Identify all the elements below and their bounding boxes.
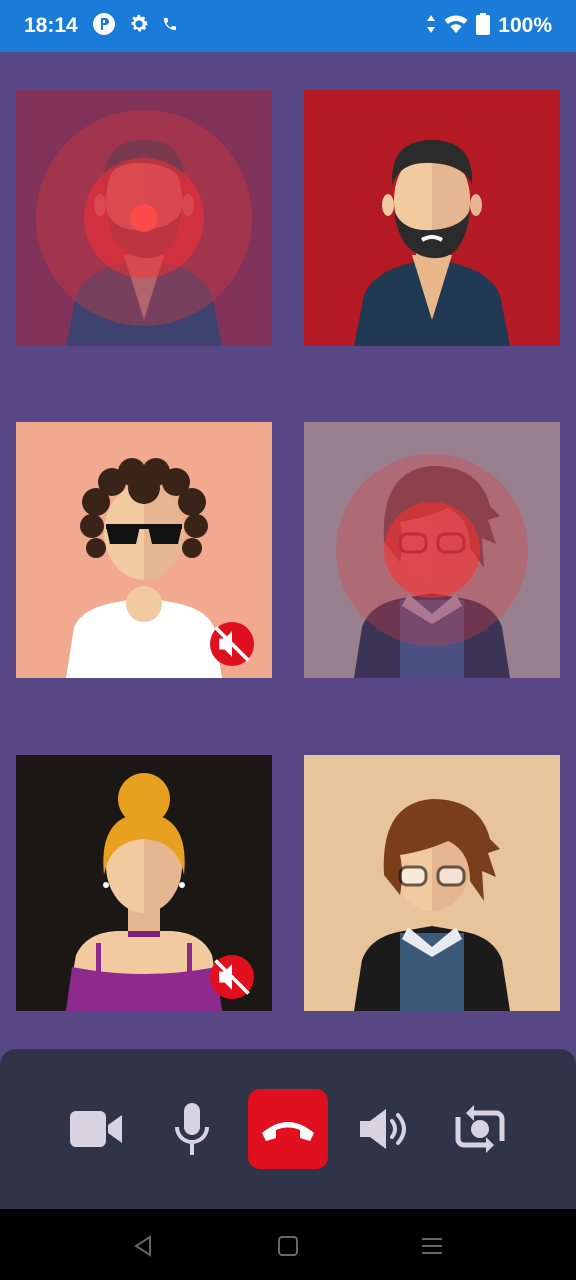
menu-button[interactable]	[417, 1231, 447, 1261]
navigation-bar	[0, 1209, 576, 1280]
data-arrows-icon	[426, 14, 436, 39]
gear-icon	[128, 13, 150, 40]
status-bar: 18:14 100%	[0, 0, 576, 52]
participant-tile[interactable]	[16, 422, 272, 678]
switch-camera-icon	[455, 1105, 505, 1153]
call-controls	[0, 1049, 576, 1209]
speaker-toggle-button[interactable]	[344, 1089, 424, 1169]
p-badge-icon	[92, 12, 116, 41]
battery-percent: 100%	[498, 14, 552, 37]
video-toggle-button[interactable]	[56, 1089, 136, 1169]
avatar	[304, 90, 560, 346]
back-button[interactable]	[128, 1231, 158, 1261]
end-call-icon	[262, 1122, 314, 1141]
home-icon	[278, 1236, 298, 1256]
speaker-icon	[360, 1109, 406, 1149]
end-call-button[interactable]	[248, 1089, 328, 1169]
participant-tile[interactable]	[304, 422, 560, 678]
muted-icon	[214, 626, 250, 662]
wifi-icon	[444, 14, 468, 39]
home-button[interactable]	[273, 1231, 303, 1261]
participant-tile[interactable]	[16, 755, 272, 1011]
muted-badge	[210, 955, 254, 999]
back-icon	[134, 1235, 151, 1257]
microphone-icon	[175, 1103, 209, 1155]
muted-icon	[214, 959, 250, 995]
status-time: 18:14	[24, 14, 78, 37]
microphone-toggle-button[interactable]	[152, 1089, 232, 1169]
participant-tile[interactable]	[16, 90, 272, 346]
participant-tile[interactable]	[304, 90, 560, 346]
avatar	[16, 90, 272, 346]
phone-icon	[162, 16, 178, 37]
video-camera-icon	[70, 1111, 122, 1147]
avatar	[304, 755, 560, 1011]
participant-tile[interactable]	[304, 755, 560, 1011]
switch-camera-button[interactable]	[440, 1089, 520, 1169]
battery-icon	[476, 12, 491, 40]
avatar	[304, 422, 560, 678]
menu-icon	[422, 1238, 442, 1254]
muted-badge	[210, 622, 254, 666]
